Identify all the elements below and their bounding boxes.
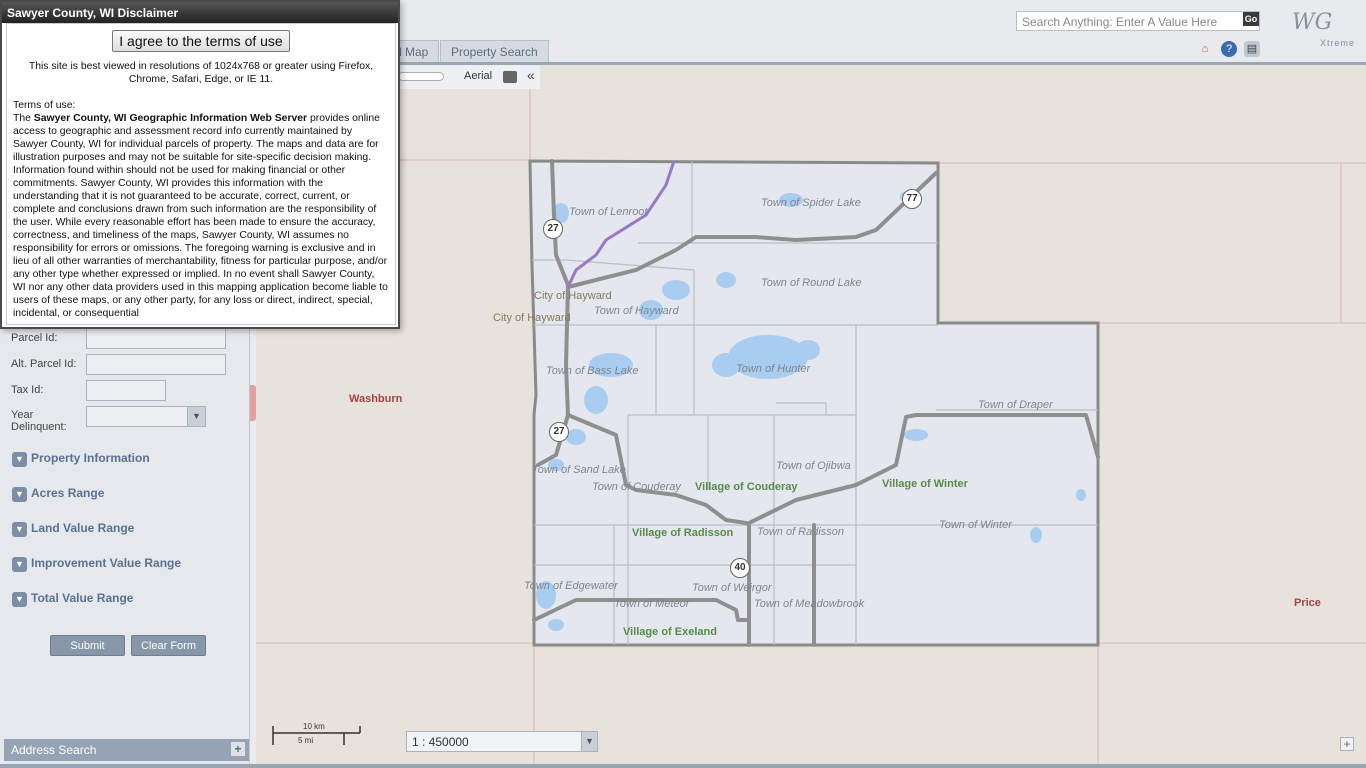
alt-parcel-id-input[interactable] <box>86 354 226 375</box>
dialog-body[interactable]: I agree to the terms of use This site is… <box>6 23 396 325</box>
terms-heading: Terms of use: <box>13 100 76 111</box>
expand-arrow-icon[interactable]: ▼ <box>12 522 27 537</box>
submit-button[interactable]: Submit <box>50 635 125 656</box>
city-label: City of Hayward <box>493 312 571 324</box>
clear-form-button[interactable]: Clear Form <box>131 635 206 656</box>
highway-shield-icon: 27 <box>543 219 563 239</box>
expand-arrow-icon[interactable]: ▼ <box>12 487 27 502</box>
aerial-label[interactable]: Aerial <box>464 70 492 82</box>
dialog-title: Sawyer County, WI Disclaimer <box>2 2 398 23</box>
town-label: Town of Sand Lake <box>532 464 626 476</box>
county-label: Price <box>1294 597 1321 609</box>
terms-body: provides online access to geographic and… <box>13 113 388 319</box>
best-viewed-note: This site is best viewed in resolutions … <box>28 61 374 85</box>
expand-arrow-icon[interactable]: ▼ <box>12 557 27 572</box>
chevron-down-icon[interactable]: ▼ <box>187 407 205 426</box>
town-label: Town of Bass Lake <box>546 365 639 377</box>
section-label[interactable]: Total Value Range <box>31 591 133 605</box>
disclaimer-dialog: Sawyer County, WI Disclaimer I agree to … <box>0 0 400 329</box>
village-label: Village of Couderay <box>695 481 798 493</box>
map-toolstrip: Aerial « <box>398 65 540 89</box>
alt-parcel-id-label: Alt. Parcel Id: <box>11 358 77 370</box>
tax-id-label: Tax Id: <box>11 384 44 396</box>
print-icon[interactable] <box>503 71 517 83</box>
parcel-id-label: Parcel Id: <box>11 332 58 344</box>
logo-subtext: Xtreme <box>1320 38 1356 48</box>
scale-bar: 10 km 5 mi <box>272 722 362 753</box>
village-label: Village of Exeland <box>623 626 717 638</box>
town-label: Town of Weirgor <box>692 582 772 594</box>
town-label: Town of Lenroot <box>569 206 648 218</box>
expand-plus-icon[interactable]: + <box>1340 737 1354 751</box>
terms-text: The Sawyer County, WI Geographic Informa… <box>13 112 389 320</box>
scale-mi-label: 5 mi <box>298 736 314 745</box>
scale-km-label: 10 km <box>303 722 325 731</box>
county-label: Washburn <box>349 393 403 405</box>
wg-xtreme-logo: WG Xtreme <box>1280 6 1360 52</box>
address-search-label: Address Search <box>11 743 97 757</box>
town-label: Town of Radisson <box>757 526 845 538</box>
town-label: Town of Edgewater <box>524 580 618 592</box>
scale-select[interactable]: 1 : 450000 ▼ <box>406 731 598 752</box>
expand-arrow-icon[interactable]: ▼ <box>12 452 27 467</box>
expand-plus-icon[interactable]: + <box>231 742 245 756</box>
highway-shield-icon: 27 <box>549 422 569 442</box>
parcel-id-input[interactable] <box>86 328 226 349</box>
village-label: Village of Winter <box>882 478 968 490</box>
town-label: Town of Round Lake <box>761 277 862 289</box>
help-icon[interactable]: ? <box>1221 41 1237 57</box>
map-svg <box>256 65 1366 764</box>
property-search-panel: Parcel Id: Alt. Parcel Id: Tax Id: Year … <box>0 326 250 768</box>
city-label: City of Hayward <box>534 290 612 302</box>
town-label: Town of Meteor <box>614 598 690 610</box>
highway-shield-icon: 40 <box>730 558 750 578</box>
village-label: Village of Radisson <box>632 527 734 539</box>
section-label[interactable]: Acres Range <box>31 486 104 500</box>
collapse-panel-icon[interactable]: « <box>527 67 535 83</box>
tax-id-input[interactable] <box>86 380 166 401</box>
highway-shield-icon: 77 <box>902 189 922 209</box>
terms-bold: Sawyer County, WI Geographic Information… <box>33 113 308 124</box>
year-delinquent-label: Year Delinquent: <box>11 409 67 433</box>
town-label: Town of Hayward <box>594 305 679 317</box>
terms-prefix: The <box>13 113 31 124</box>
tab-property-search[interactable]: Property Search <box>440 40 549 62</box>
expand-arrow-icon[interactable]: ▼ <box>12 592 27 607</box>
town-label: Town of Draper <box>978 399 1053 411</box>
chevron-down-icon[interactable]: ▼ <box>581 732 597 751</box>
scale-value: 1 : 450000 <box>412 735 469 749</box>
agree-terms-button[interactable]: I agree to the terms of use <box>112 30 290 52</box>
transparency-slider[interactable] <box>398 72 444 81</box>
search-input[interactable]: Search Anything: Enter A Value Here <box>1016 11 1260 31</box>
section-label[interactable]: Land Value Range <box>31 521 134 535</box>
town-label: Town of Hunter <box>736 363 811 375</box>
town-label: Town of Spider Lake <box>761 197 861 209</box>
section-label[interactable]: Improvement Value Range <box>31 556 181 570</box>
year-delinquent-select[interactable]: ▼ <box>86 406 206 427</box>
address-search-bar[interactable]: Address Search + <box>4 739 249 761</box>
id-card-icon[interactable]: ▤ <box>1244 41 1260 57</box>
section-label[interactable]: Property Information <box>31 451 150 465</box>
town-label: Town of Couderay <box>592 481 681 493</box>
map-canvas[interactable]: Washburn Price Town of Lenroot Town of S… <box>256 65 1366 764</box>
town-label: Town of Ojibwa <box>776 460 851 472</box>
town-label: Town of Winter <box>939 519 1012 531</box>
go-button[interactable]: Go <box>1243 12 1259 26</box>
bottom-strip <box>0 764 1366 768</box>
logo-text: WG <box>1292 10 1333 35</box>
town-label: Town of Meadowbrook <box>754 598 865 610</box>
home-icon[interactable]: ⌂ <box>1197 41 1213 57</box>
panel-toggle-handle[interactable] <box>250 385 256 421</box>
